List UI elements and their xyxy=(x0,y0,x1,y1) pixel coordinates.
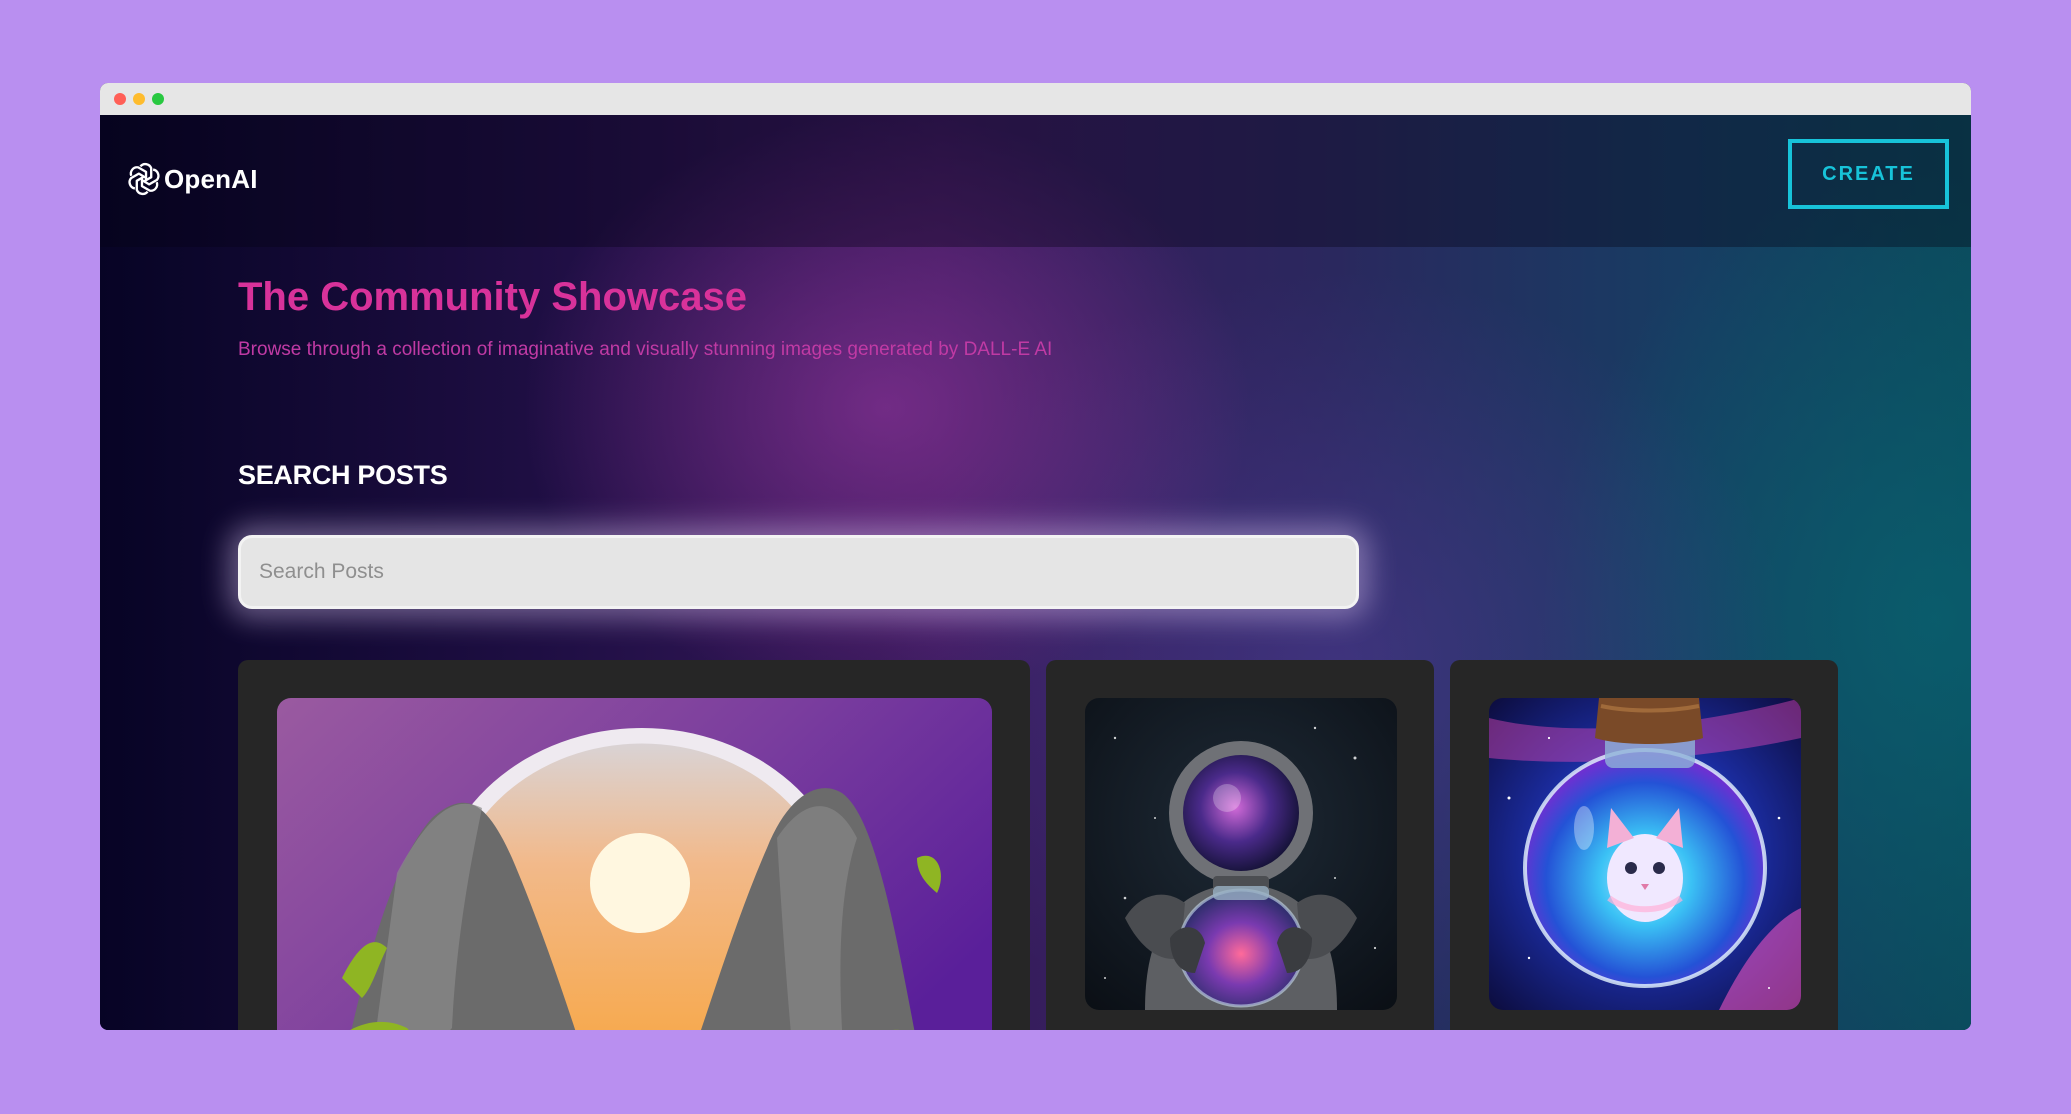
logo-link[interactable]: OpenAI xyxy=(126,161,258,197)
page-title: The Community Showcase xyxy=(238,275,747,319)
cat-in-galaxy-jar-image[interactable] xyxy=(1489,698,1801,1010)
window-close-dot[interactable] xyxy=(114,93,126,105)
page-subtitle: Browse through a collection of imaginati… xyxy=(238,339,1053,360)
astronaut-galaxy-jar-image[interactable] xyxy=(1085,698,1397,1010)
window-maximize-dot[interactable] xyxy=(152,93,164,105)
openai-logo-icon xyxy=(128,162,160,196)
post-card[interactable] xyxy=(1450,660,1838,1030)
mountains-sunset-image[interactable] xyxy=(277,698,992,1030)
page-viewport: OpenAI CREATE The Community Showcase Bro… xyxy=(100,115,1971,1030)
post-card[interactable] xyxy=(1046,660,1434,1030)
search-input[interactable] xyxy=(238,535,1359,609)
navbar: OpenAI CREATE xyxy=(100,115,1971,247)
logo-text: OpenAI xyxy=(164,163,258,194)
search-heading: SEARCH POSTS xyxy=(238,460,448,490)
window-minimize-dot[interactable] xyxy=(133,93,145,105)
post-card[interactable] xyxy=(238,660,1030,1030)
create-button[interactable]: CREATE xyxy=(1788,139,1949,209)
window-titlebar xyxy=(100,83,1971,115)
browser-window: OpenAI CREATE The Community Showcase Bro… xyxy=(100,83,1971,1030)
